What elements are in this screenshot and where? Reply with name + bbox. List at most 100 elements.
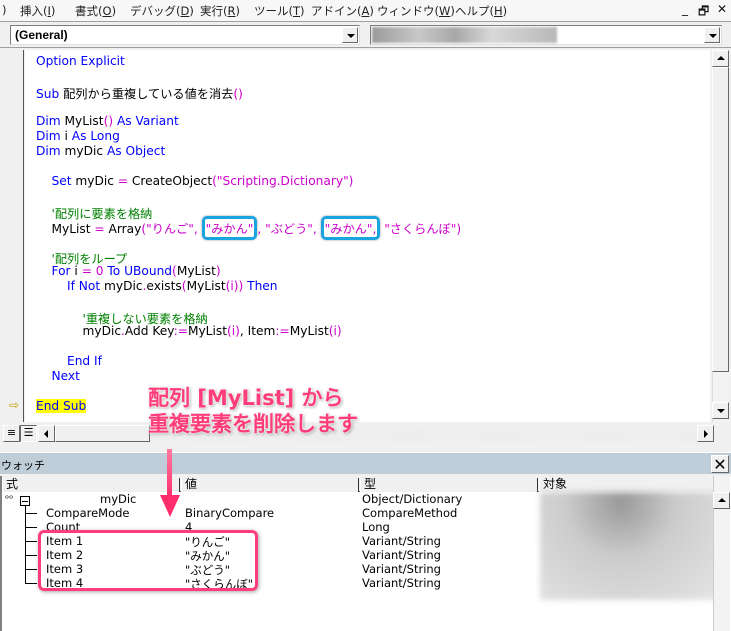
watch-row[interactable]: CompareMode BinaryCompare CompareMethod xyxy=(2,506,712,520)
code-token: MyList xyxy=(176,264,216,278)
code-token: myDic xyxy=(64,144,104,158)
column-header-expression[interactable]: 式 xyxy=(2,478,180,492)
code-token: To xyxy=(103,264,125,278)
column-header-type[interactable]: 型 xyxy=(360,478,538,492)
menu-shortcut: W xyxy=(439,4,451,18)
restore-button[interactable]: 🗗 xyxy=(698,2,709,23)
code-token: As Object xyxy=(103,144,166,158)
annotation-line-1: 配列 [MyList] から xyxy=(148,386,344,410)
code-line[interactable]: Dim myDic As Object xyxy=(36,144,165,158)
watch-window-titlebar[interactable]: ウォッチ ✕ xyxy=(0,452,731,474)
code-token: MyList xyxy=(186,279,226,293)
watch-row[interactable]: myDic Object/Dictionary xyxy=(2,492,712,506)
annotation-line-2: 重複要素を削除します xyxy=(148,412,358,436)
close-window-button[interactable]: ✕ xyxy=(717,2,727,16)
menu-label: ウィンドウ( xyxy=(377,4,439,18)
watch-vertical-scrollbar[interactable] xyxy=(713,476,730,631)
watch-cell-expr: myDic xyxy=(100,492,137,506)
code-line[interactable]: Next xyxy=(36,369,79,383)
scroll-thumb[interactable] xyxy=(712,67,729,372)
code-window: ⇨ Option Explicit Sub 配列から重複している値を消去() Dim… xyxy=(0,48,731,443)
code-line[interactable]: Dim i As Long xyxy=(36,129,120,143)
margin-indicator-bar[interactable] xyxy=(6,50,24,422)
code-token: CreateObject xyxy=(128,174,213,188)
scroll-right-button[interactable] xyxy=(697,425,714,442)
menu-label: ヘルプ( xyxy=(455,4,494,18)
menu-suffix: ) xyxy=(111,4,117,18)
code-token: Then xyxy=(243,279,278,293)
code-token: myDic xyxy=(75,174,118,188)
code-line[interactable]: End Sub xyxy=(36,399,87,413)
watch-scroll-up-button[interactable] xyxy=(713,492,730,509)
code-line[interactable]: Option Explicit xyxy=(36,54,125,68)
menu-item-run[interactable]: 実行(R) xyxy=(200,3,240,19)
watch-cell-type: Variant/String xyxy=(362,534,441,548)
code-token: Option Explicit xyxy=(36,54,125,68)
code-line[interactable]: MyList = Array("りんご", "みかん", "ぶどう", "みかん… xyxy=(36,216,461,240)
full-module-view-icon[interactable]: ☰ xyxy=(20,425,37,442)
scroll-down-button[interactable] xyxy=(712,402,729,419)
code-vertical-scrollbar[interactable] xyxy=(712,50,729,422)
code-token: End Sub xyxy=(36,399,87,413)
code-line[interactable]: Sub 配列から重複している値を消去() xyxy=(36,84,243,102)
menu-label: 挿入( xyxy=(20,4,48,18)
chevron-down-icon[interactable] xyxy=(704,27,720,43)
annotation-arrow-shaft xyxy=(167,449,172,499)
menu-item-view-tail[interactable]: ) xyxy=(2,3,7,17)
code-line[interactable]: For i = 0 To UBound(MyList) xyxy=(36,264,220,278)
code-token: := xyxy=(173,324,188,338)
scroll-up-button[interactable] xyxy=(712,50,729,67)
menu-item-insert[interactable]: 挿入(I) xyxy=(20,3,55,19)
tree-branch-line xyxy=(25,583,37,584)
chevron-down-icon[interactable] xyxy=(342,27,358,43)
watch-cell-type: Long xyxy=(362,520,390,534)
code-line[interactable]: If Not myDic.exists(MyList(i)) Then xyxy=(36,279,278,293)
code-editor[interactable]: Option Explicit Sub 配列から重複している値を消去() Dim M… xyxy=(25,50,710,422)
code-token: = xyxy=(117,174,129,188)
scroll-left-button[interactable] xyxy=(38,425,55,442)
object-combo[interactable]: (General) xyxy=(10,25,360,45)
menu-shortcut: O xyxy=(102,4,112,18)
tree-branch-line xyxy=(25,527,37,528)
highlighted-token: "みかん", xyxy=(320,216,381,240)
code-token: Sub xyxy=(36,87,64,101)
menu-item-addins[interactable]: アドイン(A) xyxy=(311,3,374,19)
watch-cell-value: BinaryCompare xyxy=(185,506,275,520)
watch-close-button[interactable]: ✕ xyxy=(711,455,729,474)
code-token: As Variant xyxy=(113,114,179,128)
object-combo-value: (General) xyxy=(15,28,68,42)
menu-suffix: ) xyxy=(369,4,374,18)
code-token: () xyxy=(233,87,243,101)
horizontal-scroll-thumb[interactable] xyxy=(55,425,150,442)
code-token: Dim xyxy=(36,114,65,128)
column-header-value[interactable]: 値 xyxy=(181,478,359,492)
code-token: Dim xyxy=(36,144,65,158)
menu-label: 書式( xyxy=(75,4,103,18)
tree-branch-line xyxy=(25,513,37,514)
minimize-button[interactable]: _ xyxy=(682,2,688,16)
menu-suffix: ) xyxy=(300,4,305,18)
code-token: , Item xyxy=(239,324,276,338)
menu-item-window[interactable]: ウィンドウ(W) xyxy=(377,3,455,19)
code-line[interactable]: Dim MyList() As Variant xyxy=(36,114,179,128)
procedure-combo[interactable] xyxy=(370,25,722,45)
menu-item-format[interactable]: 書式(O) xyxy=(75,3,116,19)
code-token: i xyxy=(74,264,82,278)
code-token: (i)) xyxy=(225,279,244,293)
column-header-context[interactable]: 対象 xyxy=(539,478,714,492)
code-line[interactable]: myDic.Add Key:=MyList(i), Item:=MyList(i… xyxy=(36,324,341,338)
code-line[interactable]: End If xyxy=(36,354,102,368)
menu-item-tools[interactable]: ツール(T) xyxy=(254,3,305,19)
execution-pointer-icon: ⇨ xyxy=(9,398,20,412)
procedure-view-icon[interactable]: ≡ xyxy=(3,425,20,442)
watch-header-row: 式 値 型 対象 xyxy=(2,476,714,492)
menu-item-help[interactable]: ヘルプ(H) xyxy=(455,3,507,19)
watch-cell-type: Variant/String xyxy=(362,576,441,590)
code-token: As Long xyxy=(67,129,120,143)
tree-branch-line xyxy=(25,555,37,556)
code-line[interactable]: Set myDic = CreateObject("Scripting.Dict… xyxy=(36,174,353,188)
menu-item-debug[interactable]: デバッグ(D) xyxy=(130,3,194,19)
tree-branch-line xyxy=(25,541,37,542)
watch-cell-type: CompareMethod xyxy=(362,506,458,520)
code-token: If Not xyxy=(36,279,104,293)
